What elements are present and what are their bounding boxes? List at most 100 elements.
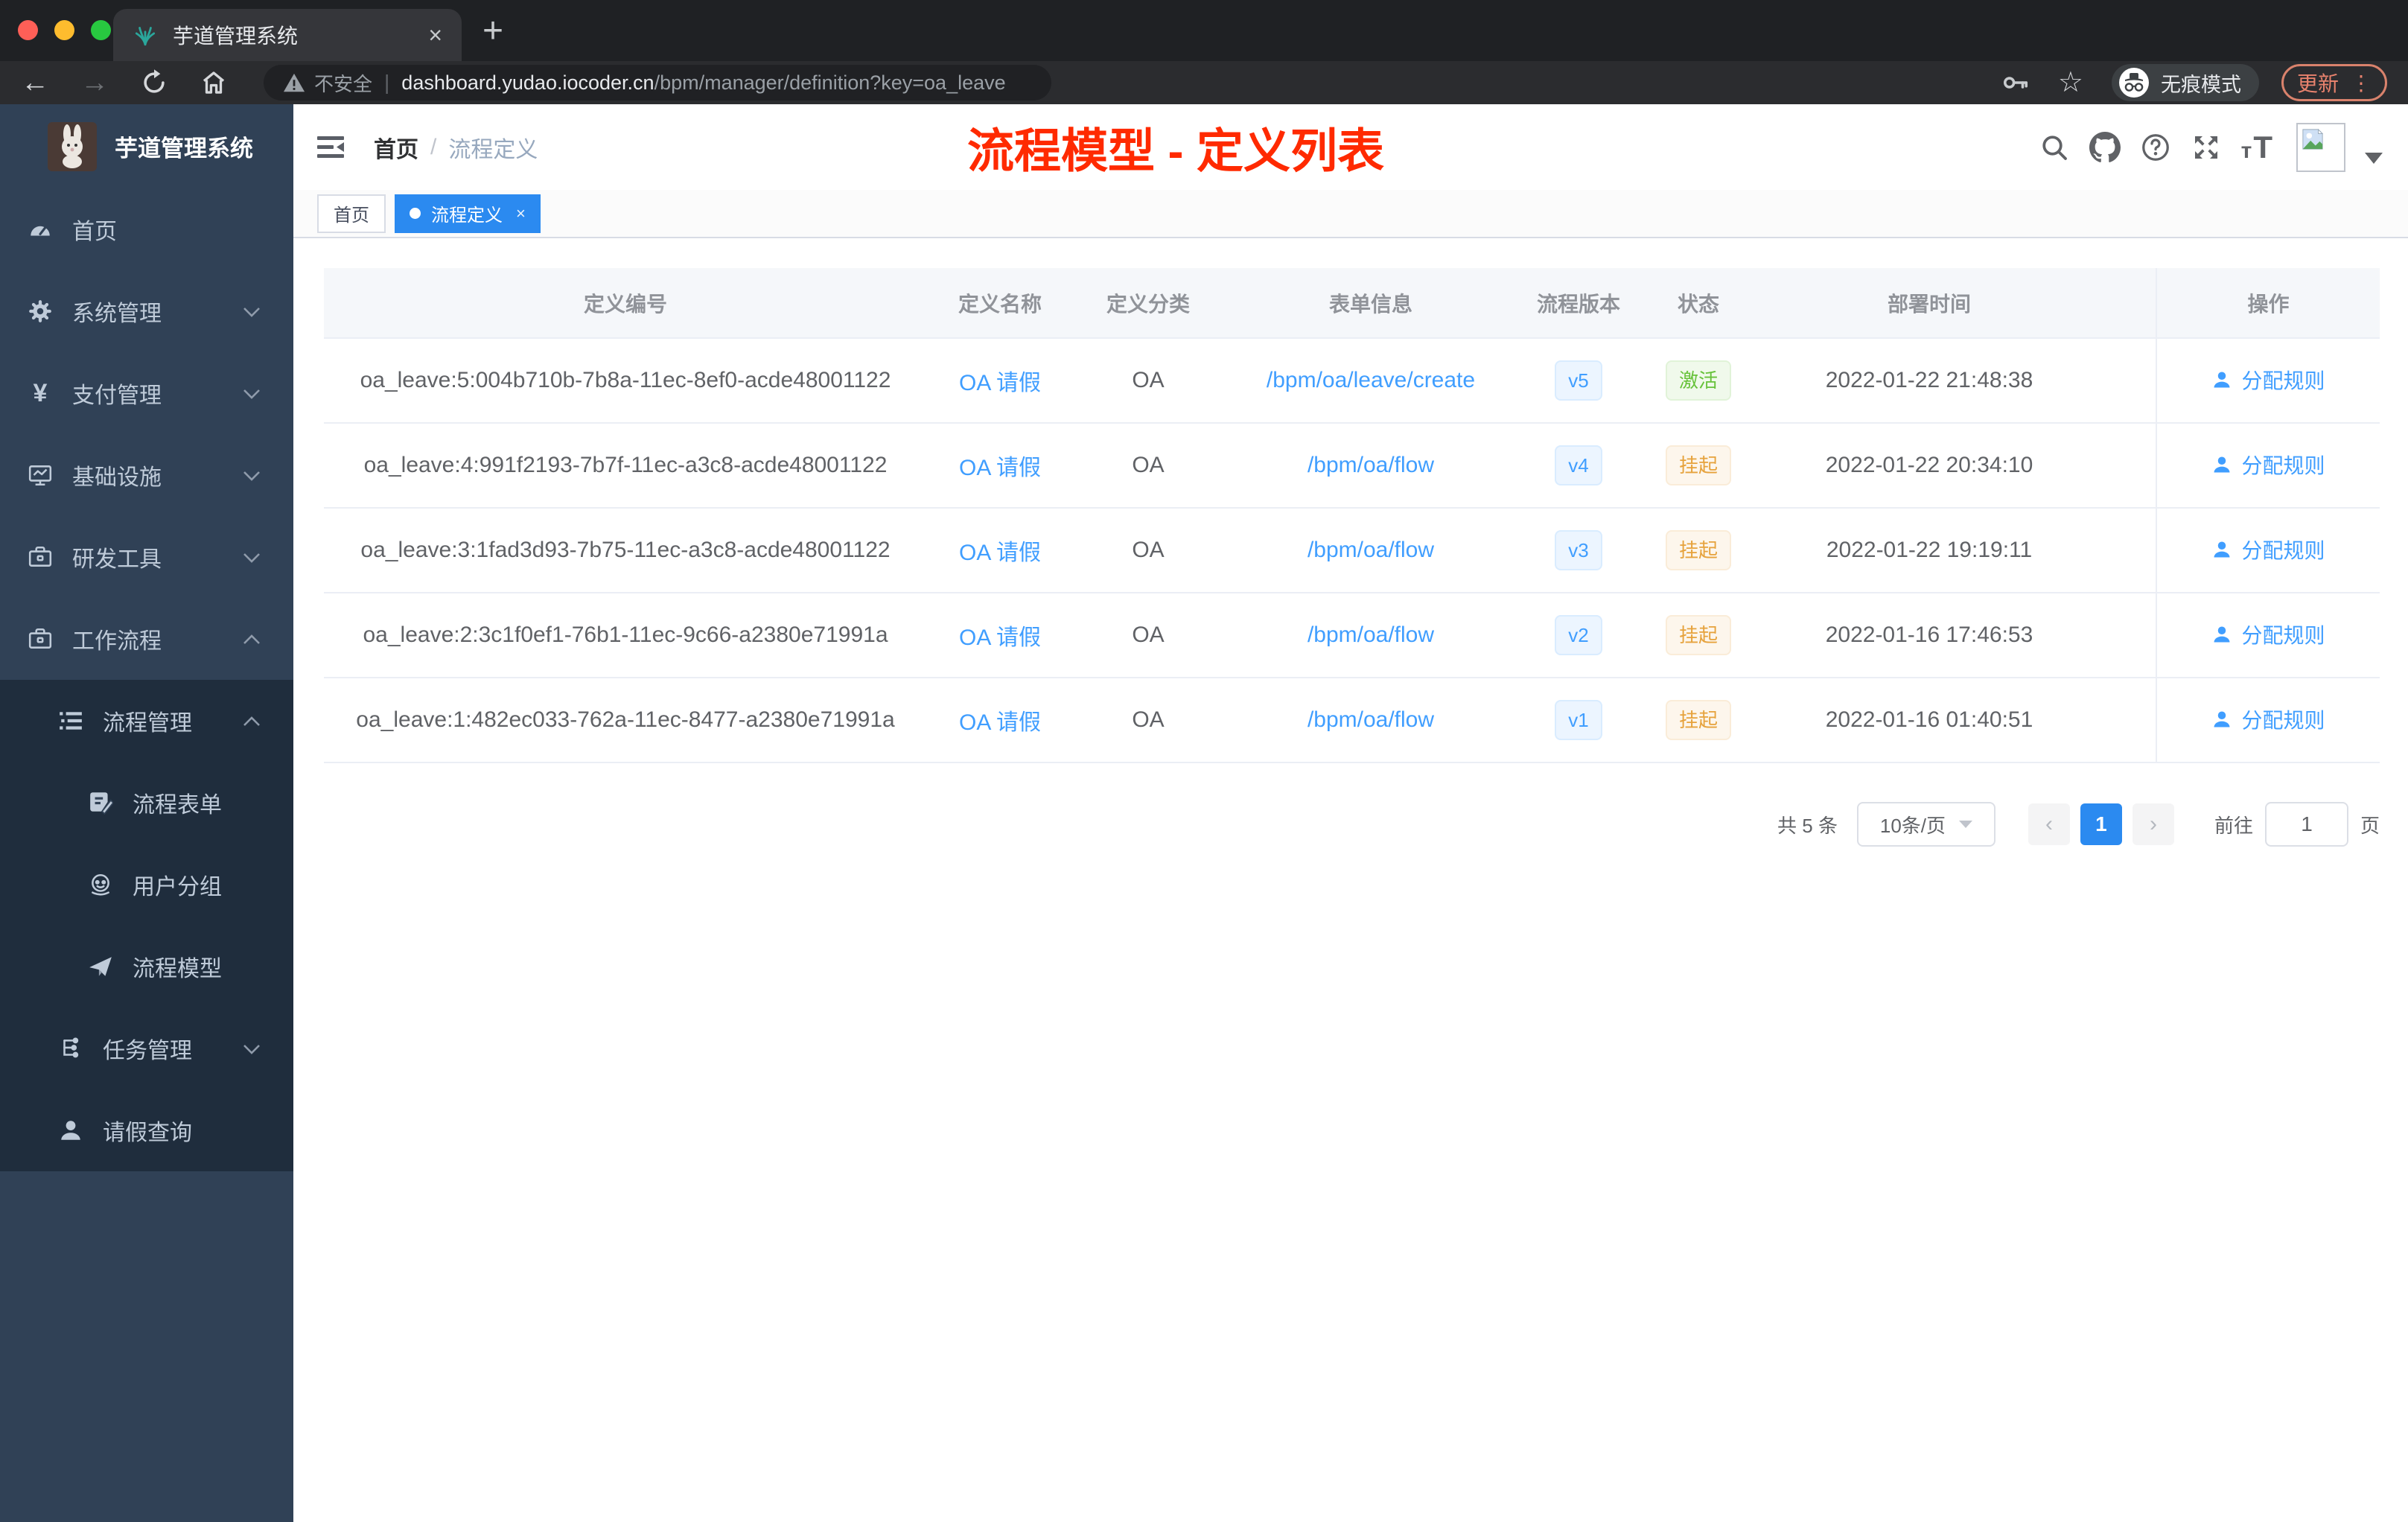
assign-rule-link[interactable]: 分配规则 xyxy=(2211,620,2325,649)
prev-page-button[interactable]: ‹ xyxy=(2028,803,2070,845)
sidebar-item-process-model[interactable]: 流程模型 xyxy=(0,926,293,1007)
definition-name-link[interactable]: OA 请假 xyxy=(959,625,1041,650)
sidebar-item-system[interactable]: 系统管理 xyxy=(0,270,293,352)
user-icon xyxy=(58,1118,83,1143)
column-header: 部署时间 xyxy=(1758,268,2100,339)
tab-close-icon[interactable]: × xyxy=(428,23,442,47)
address-bar[interactable]: 不安全 | dashboard.yudao.iocoder.cn/bpm/man… xyxy=(264,65,1051,101)
new-tab-button[interactable]: + xyxy=(482,10,503,51)
action-label[interactable]: 分配规则 xyxy=(2241,535,2325,564)
tags-view-bar: 首页 流程定义 × xyxy=(293,190,2408,238)
github-icon[interactable] xyxy=(2089,131,2121,163)
not-secure-warning-icon xyxy=(283,71,305,94)
sidebar-item-label: 系统管理 xyxy=(72,302,162,326)
window-controls[interactable] xyxy=(18,20,111,40)
cell-category: OA xyxy=(1073,338,1223,424)
reload-icon[interactable] xyxy=(140,69,168,97)
avatar-dropdown-caret-icon[interactable] xyxy=(2365,153,2383,164)
browser-update-button[interactable]: 更新 ⋮ xyxy=(2281,64,2387,101)
page-size-value: 10条/页 xyxy=(1879,814,1946,837)
action-label[interactable]: 分配规则 xyxy=(2241,704,2325,734)
sidebar-item-label: 基础设施 xyxy=(72,465,162,490)
page-annotation: 流程模型 - 定义列表 xyxy=(967,125,1384,177)
sidebar-item-label: 用户分组 xyxy=(133,875,222,899)
sidebar-item-process-management[interactable]: 流程管理 xyxy=(0,680,293,762)
fullscreen-icon[interactable] xyxy=(2191,132,2222,163)
sidebar-logo[interactable]: 芋道管理系统 xyxy=(0,104,293,188)
form-link[interactable]: /bpm/oa/flow xyxy=(1307,538,1434,562)
home-icon[interactable] xyxy=(200,69,228,97)
dashboard-icon xyxy=(28,217,53,242)
assign-rule-link[interactable]: 分配规则 xyxy=(2211,704,2325,734)
form-link[interactable]: /bpm/oa/flow xyxy=(1307,453,1434,477)
definition-name-link[interactable]: OA 请假 xyxy=(959,710,1041,735)
font-size-icon[interactable]: тT xyxy=(2241,130,2274,165)
page-header: 首页 / 流程定义 流程模型 - 定义列表 тT xyxy=(293,104,2408,190)
form-link[interactable]: /bpm/oa/leave/create xyxy=(1267,368,1475,392)
definition-name-link[interactable]: OA 请假 xyxy=(959,541,1041,565)
hamburger-icon[interactable] xyxy=(316,135,345,160)
minimize-window-button[interactable] xyxy=(54,20,74,40)
action-label[interactable]: 分配规则 xyxy=(2241,365,2325,395)
definition-name-link[interactable]: OA 请假 xyxy=(959,456,1041,480)
next-page-button[interactable]: › xyxy=(2132,803,2174,845)
password-key-icon[interactable] xyxy=(2001,69,2030,97)
sidebar-item-label: 流程表单 xyxy=(133,793,222,818)
tag-label: 流程定义 xyxy=(431,206,503,226)
table-row: oa_leave:3:1fad3d93-7b75-11ec-a3c8-acde4… xyxy=(324,508,2380,593)
breadcrumb-root[interactable]: 首页 xyxy=(374,131,418,164)
assign-rule-link[interactable]: 分配规则 xyxy=(2211,450,2325,480)
sidebar-item-home[interactable]: 首页 xyxy=(0,188,293,270)
select-caret-icon xyxy=(1959,821,1973,828)
browser-menu-dots-icon[interactable]: ⋮ xyxy=(2351,71,2372,95)
tag-close-icon[interactable]: × xyxy=(516,204,526,223)
active-tag-dot xyxy=(410,208,421,219)
paper-plane-icon xyxy=(88,954,113,979)
url-host: dashboard.yudao.iocoder.cn xyxy=(401,71,654,94)
page-size-select[interactable]: 10条/页 xyxy=(1856,802,1995,847)
back-icon[interactable]: ← xyxy=(21,69,49,97)
tag-home[interactable]: 首页 xyxy=(317,194,386,233)
assign-rule-link[interactable]: 分配规则 xyxy=(2211,365,2325,395)
sidebar-item-workflow[interactable]: 工作流程 xyxy=(0,598,293,680)
sidebar-item-process-form[interactable]: 流程表单 xyxy=(0,762,293,844)
sidebar-item-task-management[interactable]: 任务管理 xyxy=(0,1007,293,1089)
action-label[interactable]: 分配规则 xyxy=(2241,620,2325,649)
sidebar-item-user-group[interactable]: 用户分组 xyxy=(0,844,293,926)
cell-definition-id: oa_leave:1:482ec033-762a-11ec-8477-a2380… xyxy=(324,678,927,763)
not-secure-label[interactable]: 不安全 xyxy=(314,69,372,97)
form-link[interactable]: /bpm/oa/flow xyxy=(1307,707,1434,732)
pagination-total: 共 5 条 xyxy=(1777,814,1838,837)
search-icon[interactable] xyxy=(2039,132,2070,163)
app-title: 芋道管理系统 xyxy=(115,136,253,162)
zoom-window-button[interactable] xyxy=(91,20,111,40)
form-edit-icon xyxy=(88,790,113,815)
close-window-button[interactable] xyxy=(18,20,38,40)
tab-title: 芋道管理系统 xyxy=(173,25,299,48)
sidebar-item-dev-tools[interactable]: 研发工具 xyxy=(0,516,293,598)
sidebar-item-payment[interactable]: ¥ 支付管理 xyxy=(0,352,293,434)
browser-tab[interactable]: 芋道管理系统 × xyxy=(113,9,462,61)
sidebar: 芋道管理系统 首页 系统管理 ¥ 支付管理 基础设施 研发工具 工作流程 流程管… xyxy=(0,104,293,1522)
column-header: 定义名称 xyxy=(927,268,1073,339)
sidebar-item-leave-query[interactable]: 请假查询 xyxy=(0,1089,293,1171)
page-number-button[interactable]: 1 xyxy=(2080,803,2122,845)
goto-page-input[interactable] xyxy=(2264,802,2348,847)
column-header: 操作 xyxy=(2156,268,2380,339)
user-icon xyxy=(2214,541,2230,558)
incognito-badge: 无痕模式 xyxy=(2111,64,2259,101)
sidebar-item-infrastructure[interactable]: 基础设施 xyxy=(0,434,293,516)
cell-deploy-time: 2022-01-22 20:34:10 xyxy=(1758,423,2100,509)
bookmark-star-icon[interactable]: ☆ xyxy=(2058,69,2083,97)
help-icon[interactable] xyxy=(2140,132,2171,163)
incognito-icon xyxy=(2118,66,2150,99)
form-link[interactable]: /bpm/oa/flow xyxy=(1307,623,1434,647)
forward-icon[interactable]: → xyxy=(80,69,109,97)
action-label[interactable]: 分配规则 xyxy=(2241,450,2325,480)
update-label[interactable]: 更新 xyxy=(2297,68,2339,98)
assign-rule-link[interactable]: 分配规则 xyxy=(2211,535,2325,564)
definition-name-link[interactable]: OA 请假 xyxy=(959,371,1041,395)
tag-process-definition[interactable]: 流程定义 × xyxy=(395,194,541,233)
cell-definition-id: oa_leave:2:3c1f0ef1-76b1-11ec-9c66-a2380… xyxy=(324,593,927,678)
avatar[interactable] xyxy=(2296,122,2345,172)
